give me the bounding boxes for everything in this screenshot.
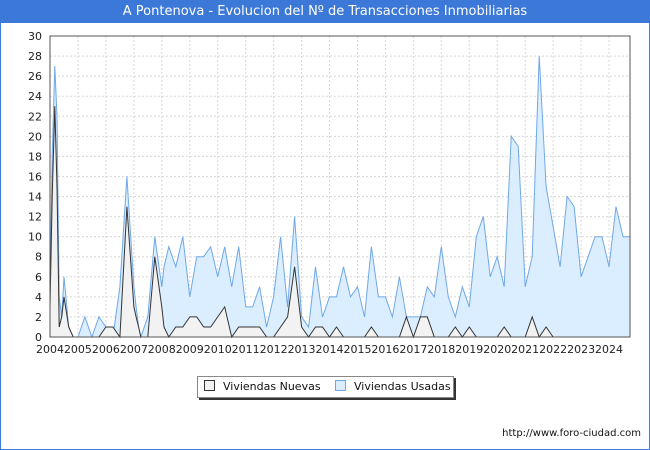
x-tick-label: 2024 — [595, 343, 623, 356]
y-tick-label: 14 — [28, 191, 42, 204]
x-tick-label: 2013 — [288, 343, 316, 356]
x-tick-label: 2022 — [539, 343, 567, 356]
y-tick-label: 8 — [35, 251, 42, 264]
y-tick-label: 6 — [35, 271, 42, 284]
legend-label-nuevas: Viviendas Nuevas — [223, 380, 321, 393]
x-tick-label: 2015 — [343, 343, 371, 356]
legend-swatch-usadas — [335, 380, 346, 391]
x-tick-label: 2016 — [371, 343, 399, 356]
x-tick-label: 2005 — [64, 343, 92, 356]
x-tick-label: 2019 — [455, 343, 483, 356]
x-tick-label: 2018 — [427, 343, 455, 356]
x-tick-label: 2020 — [483, 343, 511, 356]
y-tick-label: 24 — [28, 90, 42, 103]
y-tick-label: 18 — [28, 150, 42, 163]
x-tick-label: 2008 — [148, 343, 176, 356]
legend-label-usadas: Viviendas Usadas — [354, 380, 451, 393]
y-tick-label: 26 — [28, 70, 42, 83]
x-tick-label: 2011 — [232, 343, 260, 356]
x-tick-label: 2012 — [260, 343, 288, 356]
x-tick-label: 2010 — [204, 343, 232, 356]
x-tick-label: 2014 — [316, 343, 344, 356]
y-tick-label: 22 — [28, 110, 42, 123]
legend-item-usadas: Viviendas Usadas — [335, 380, 451, 394]
y-tick-label: 30 — [28, 30, 42, 43]
x-tick-label: 2021 — [511, 343, 539, 356]
x-tick-label: 2004 — [36, 343, 64, 356]
x-tick-label: 2017 — [399, 343, 427, 356]
source-url: http://www.foro-ciudad.com — [502, 428, 641, 439]
legend-swatch-nuevas — [204, 380, 215, 391]
y-tick-label: 16 — [28, 170, 42, 183]
y-tick-label: 10 — [28, 231, 42, 244]
y-tick-label: 28 — [28, 50, 42, 63]
x-tick-label: 2023 — [567, 343, 595, 356]
x-tick-label: 2007 — [120, 343, 148, 356]
x-tick-label: 2006 — [92, 343, 120, 356]
legend-item-nuevas: Viviendas Nuevas — [204, 380, 321, 394]
y-tick-label: 12 — [28, 211, 42, 224]
x-tick-label: 2009 — [176, 343, 204, 356]
y-tick-label: 4 — [35, 291, 42, 304]
y-tick-label: 20 — [28, 130, 42, 143]
y-tick-label: 2 — [35, 311, 42, 324]
chart-legend: Viviendas Nuevas Viviendas Usadas — [197, 376, 454, 398]
